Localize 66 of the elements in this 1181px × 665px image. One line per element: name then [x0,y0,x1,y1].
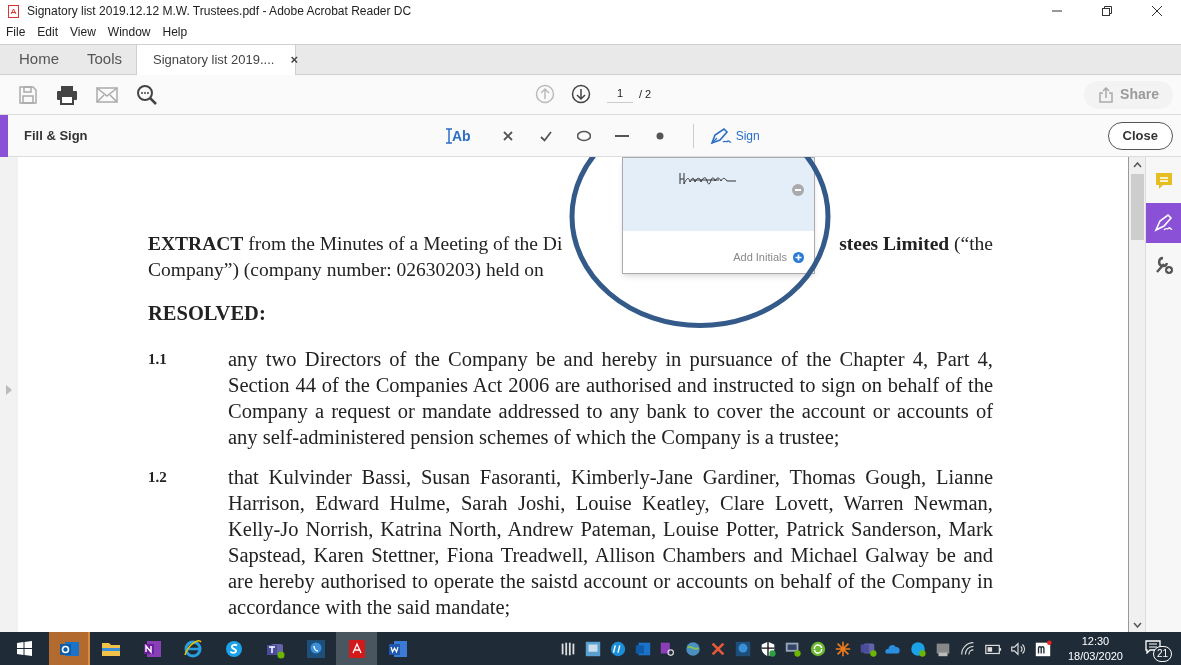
wrench-plus-icon [1153,255,1174,275]
pdf-app-icon [346,638,367,659]
tab[interactable]: Tools [73,45,137,74]
scroll-thumb[interactable] [1130,174,1144,240]
page-number-field[interactable]: 1 [607,85,633,103]
asterisk-icon[interactable] [833,639,852,658]
document-text: EXTRACT from the Minutes of a Meeting of the Di [148,232,563,256]
active-tool-indicator [0,114,8,157]
menu-item[interactable]: Help [162,23,188,41]
menu-item[interactable]: View [70,23,96,41]
phone-app-icon [305,638,326,659]
panel-tool-button[interactable] [1146,203,1181,243]
clause-number: 1.2 [148,468,168,487]
section-heading: RESOLVED: [148,302,266,324]
sign-button[interactable]: Sign [709,127,760,145]
scrollbar[interactable] [1128,157,1145,632]
notebook-icon [141,638,162,659]
start-icon[interactable] [17,641,32,656]
tab-close-button[interactable]: × [290,50,299,70]
volume-icon[interactable] [1008,639,1027,658]
document-text: Company”) (company number: 02630203) held on [148,259,544,280]
page-total: / 2 [639,86,652,102]
cross-icon[interactable] [500,129,515,143]
notification-count: 21 [1153,646,1173,662]
comment-icon [1153,171,1174,191]
signature-drawing [679,171,737,187]
tray-app-icon[interactable] [1033,639,1052,658]
document-text: stees Limited (“the [839,232,993,256]
browser-icon [182,638,203,659]
restore-icon[interactable] [1101,5,1113,17]
pdf-file-icon [8,4,19,18]
scroll-up-icon[interactable] [1132,162,1142,168]
add-text-button[interactable]: Ab [446,125,471,147]
window-title: Signatory list 2019.12.12 M.W. Trustees.pdf - Adobe Acrobat Reader DC [27,3,412,20]
text-cursor-icon [446,128,452,144]
menu-item[interactable]: Window [107,23,151,41]
pen-icon [709,127,732,145]
fill-sign-title: Fill & Sign [24,126,88,145]
sync-icon[interactable] [808,639,827,658]
clock-time[interactable]: 12:30 [1081,633,1110,649]
globe-icon[interactable] [683,639,702,658]
menu-item[interactable]: File [6,23,26,41]
clause-text: any two Directors of the Company be and hereby in pursuance of the Chapter 4, Part 4, Section 44 of the Companies Act 2006 are authorised and instructed to sign on behalf of the Company a request or mandate addressed to any bank to cover the account or accounts of any self-administered pension schemes of which the Company is a trustee; [228,347,993,450]
clock-date[interactable]: 18/03/2020 [1067,648,1123,664]
chat-app-icon [223,638,244,659]
scroll-down-icon[interactable] [1132,622,1142,628]
clause-text: that Kulvinder Bassi, Susan Fasoranti, Kimberly-Jane Gardiner, Thomas Gough, Lianne Harrison, Edward Hulme, Sarah Joshi, Louise Keatley, Clare Lovett, Warren Newman, Kelly-Jo Norrish, Katrina North, Andrew Pateman, Louise Potter, Patrick Sanderson, Mark Sapstead, Karen Stettner, Fiona Treadwell, Allison Chambers and Michael Galway be and are hereby authorised to operate the saistd account or accounts on behalf of the Company in accordance with the said mandate; [228,465,993,620]
add-icon[interactable] [793,252,804,263]
pen-icon [1153,213,1174,233]
close-button[interactable]: Close [1107,121,1173,150]
phone-app-icon[interactable] [733,639,752,658]
checkmark-icon[interactable] [538,129,553,143]
tray-app-icon[interactable] [583,639,602,658]
tab[interactable]: Home [5,45,73,74]
next-page-icon[interactable] [571,84,591,104]
clause-number: 1.1 [148,350,168,369]
menu-item[interactable]: Edit [37,23,59,41]
close-icon[interactable] [1151,5,1163,17]
print-icon[interactable] [56,84,78,105]
tray-app-icon[interactable] [608,639,627,658]
share-icon [1098,86,1115,103]
document-app-icon [387,638,408,659]
search-icon[interactable] [136,83,158,106]
chat-app-icon[interactable] [908,639,927,658]
add-initials-link[interactable]: Add Initials [733,248,787,265]
tab[interactable]: Signatory list 2019.... × [136,45,297,75]
